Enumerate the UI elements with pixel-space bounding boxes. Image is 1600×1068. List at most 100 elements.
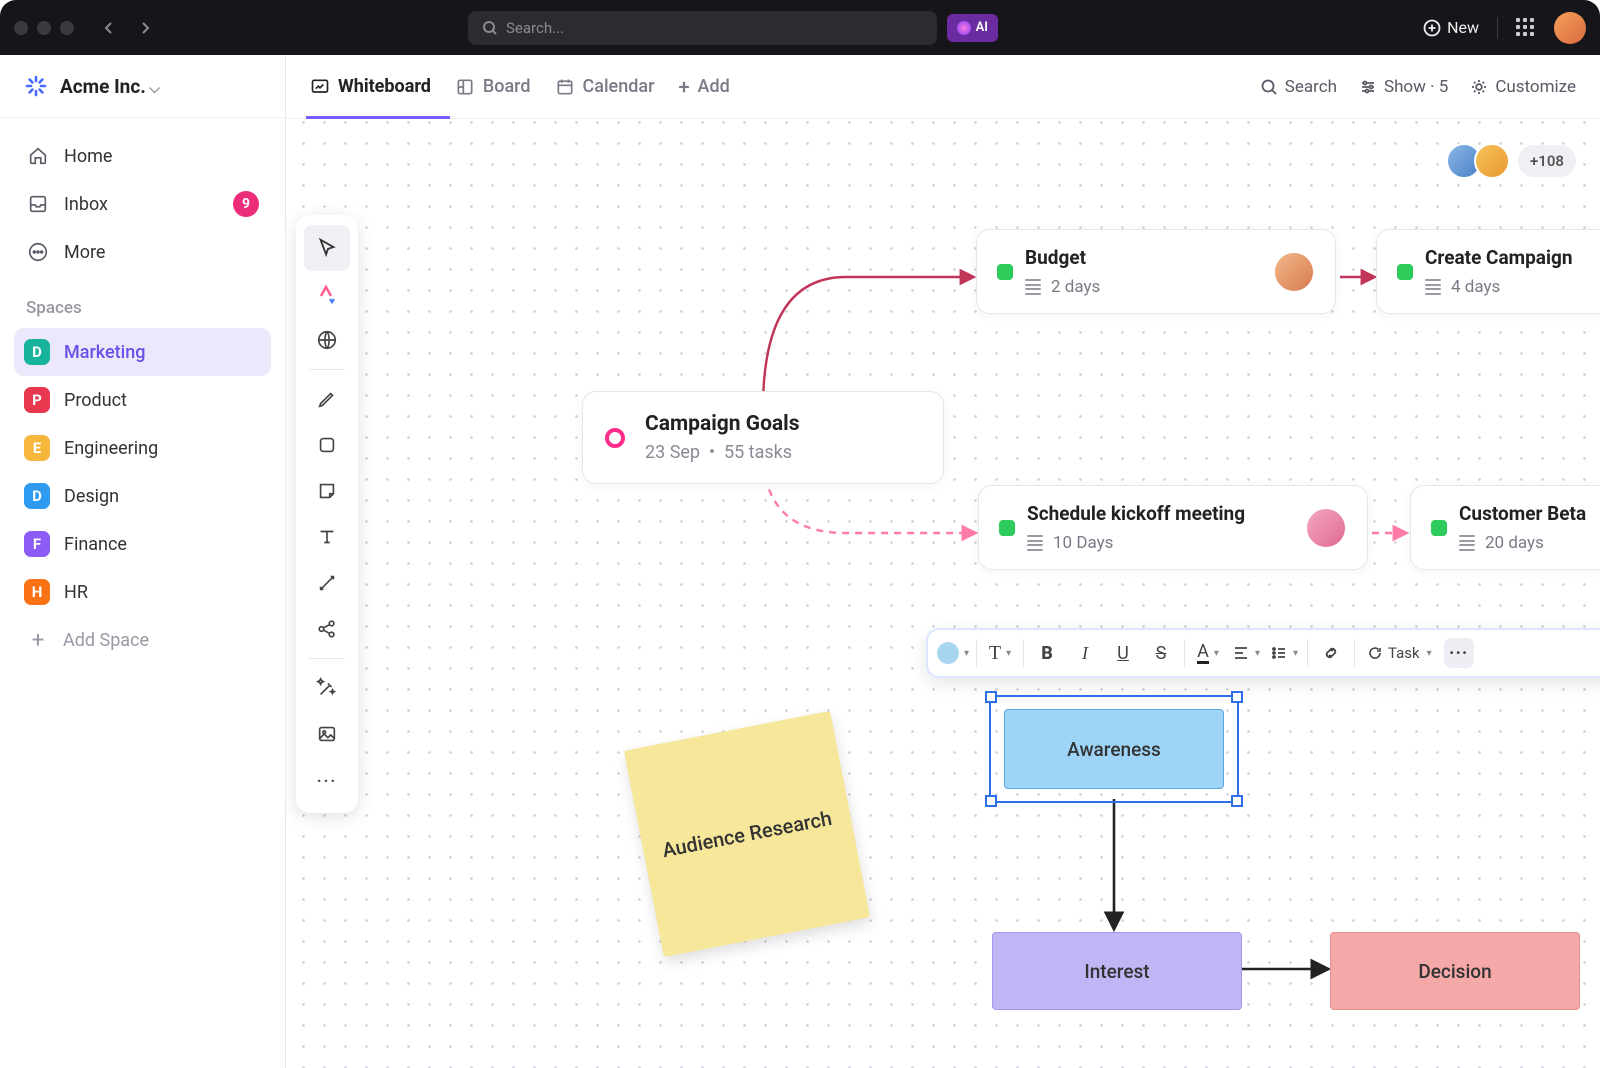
node-schedule-kickoff[interactable]: Schedule kickoff meeting 10 Days (978, 485, 1368, 570)
description-icon (1027, 535, 1043, 551)
node-create-campaign[interactable]: Create Campaign 4 days (1376, 229, 1600, 314)
node-customer-beta[interactable]: Customer Beta 20 days (1410, 485, 1600, 570)
tool-ai[interactable] (304, 271, 350, 317)
font-button[interactable]: T▾ (981, 634, 1019, 672)
tool-text[interactable] (304, 514, 350, 560)
space-item-finance[interactable]: FFinance (14, 520, 271, 568)
convert-task-button[interactable]: Task▾ (1359, 634, 1440, 672)
status-square-icon (997, 264, 1013, 280)
node-campaign-goals[interactable]: Campaign Goals 23 Sep • 55 tasks (582, 391, 944, 484)
close-dot[interactable] (14, 21, 28, 35)
plus-icon: + (27, 628, 49, 653)
node-budget[interactable]: Budget 2 days (976, 229, 1336, 314)
presence-more[interactable]: +108 (1518, 145, 1576, 177)
zoom-dot[interactable] (60, 21, 74, 35)
space-label: Engineering (64, 438, 158, 459)
workspace-logo-icon (24, 74, 48, 98)
space-label: Marketing (64, 342, 145, 363)
ai-button[interactable]: AI (947, 14, 998, 42)
link-button[interactable] (1312, 634, 1350, 672)
plus-circle-icon (1423, 19, 1441, 37)
tool-magic[interactable] (304, 665, 350, 711)
space-label: Design (64, 486, 119, 507)
more-format-button[interactable]: ··· (1440, 634, 1478, 672)
text-color-button[interactable]: A▾ (1189, 634, 1227, 672)
tool-pen[interactable] (304, 376, 350, 422)
nav-forward-button[interactable] (130, 13, 160, 43)
apps-grid-icon[interactable] (1516, 18, 1536, 38)
fill-color-button[interactable]: ▾ (934, 634, 972, 672)
search-placeholder: Search... (506, 19, 564, 37)
shape-interest[interactable]: Interest (992, 932, 1242, 1010)
description-icon (1425, 279, 1441, 295)
space-label: Product (64, 390, 127, 411)
plus-icon: + (678, 75, 689, 99)
minimize-dot[interactable] (37, 21, 51, 35)
space-item-marketing[interactable]: D Marketing (14, 328, 271, 376)
tool-more[interactable]: ··· (304, 757, 350, 803)
description-icon (1025, 279, 1041, 295)
search-icon (482, 20, 498, 36)
tool-mindmap[interactable] (304, 606, 350, 652)
user-avatar[interactable] (1554, 12, 1586, 44)
inbox-icon (26, 192, 50, 216)
tool-image[interactable] (304, 711, 350, 757)
nav-back-button[interactable] (94, 13, 124, 43)
sticky-note[interactable]: Audience Research (624, 711, 870, 957)
add-space-button[interactable]: + Add Space (14, 616, 271, 664)
main-area: Whiteboard Board Calendar + Add (286, 55, 1600, 1068)
space-item-engineering[interactable]: EEngineering (14, 424, 271, 472)
underline-button[interactable]: U (1104, 634, 1142, 672)
home-icon (26, 144, 50, 168)
tab-whiteboard[interactable]: Whiteboard (310, 55, 431, 118)
tab-add-view[interactable]: + Add (678, 55, 729, 118)
view-show-button[interactable]: Show · 5 (1359, 77, 1448, 97)
tool-connector[interactable] (304, 560, 350, 606)
titlebar: Search... AI New (0, 0, 1600, 55)
space-item-design[interactable]: DDesign (14, 472, 271, 520)
nav-inbox[interactable]: Inbox 9 (14, 180, 271, 228)
space-color-icon: D (24, 339, 50, 365)
gear-icon (1470, 78, 1488, 96)
assignee-avatar[interactable] (1273, 251, 1315, 293)
space-item-product[interactable]: PProduct (14, 376, 271, 424)
whiteboard-canvas[interactable]: +108 ··· (286, 119, 1600, 1068)
tab-board[interactable]: Board (455, 55, 531, 118)
nav-more[interactable]: More (14, 228, 271, 276)
italic-button[interactable]: I (1066, 634, 1104, 672)
whiteboard-icon (310, 77, 330, 97)
global-search-input[interactable]: Search... (468, 11, 937, 45)
tool-sticky[interactable] (304, 468, 350, 514)
new-button[interactable]: New (1423, 18, 1479, 37)
space-item-hr[interactable]: HHR (14, 568, 271, 616)
workspace-switcher[interactable]: Acme Inc. (0, 55, 285, 118)
presence-indicator[interactable]: +108 (1454, 143, 1576, 179)
tool-shape[interactable] (304, 422, 350, 468)
refresh-icon (1367, 645, 1383, 661)
shape-decision[interactable]: Decision (1330, 932, 1580, 1010)
ai-icon (957, 21, 971, 35)
nav-home[interactable]: Home (14, 132, 271, 180)
presence-avatar (1474, 143, 1510, 179)
strike-button[interactable]: S (1142, 634, 1180, 672)
status-ring-icon (605, 428, 625, 448)
tool-cursor[interactable] (304, 225, 350, 271)
tab-calendar[interactable]: Calendar (555, 55, 655, 118)
bold-button[interactable]: B (1028, 634, 1066, 672)
calendar-icon (555, 77, 575, 97)
sidebar: Acme Inc. Home Inbox 9 More Spaces DMa (0, 55, 286, 1068)
space-color-icon: H (24, 579, 50, 605)
divider (1497, 17, 1498, 39)
color-swatch-icon (937, 642, 959, 664)
align-button[interactable]: ▾ (1227, 634, 1265, 672)
status-square-icon (1431, 520, 1447, 536)
workspace-name: Acme Inc. (60, 75, 160, 98)
shape-awareness[interactable]: Awareness (1004, 709, 1224, 789)
list-button[interactable]: ▾ (1265, 634, 1303, 672)
assignee-avatar[interactable] (1305, 507, 1347, 549)
view-search-button[interactable]: Search (1260, 77, 1337, 97)
tool-web[interactable] (304, 317, 350, 363)
view-customize-button[interactable]: Customize (1470, 77, 1576, 97)
board-icon (455, 77, 475, 97)
spaces-section-label: Spaces (0, 276, 285, 328)
